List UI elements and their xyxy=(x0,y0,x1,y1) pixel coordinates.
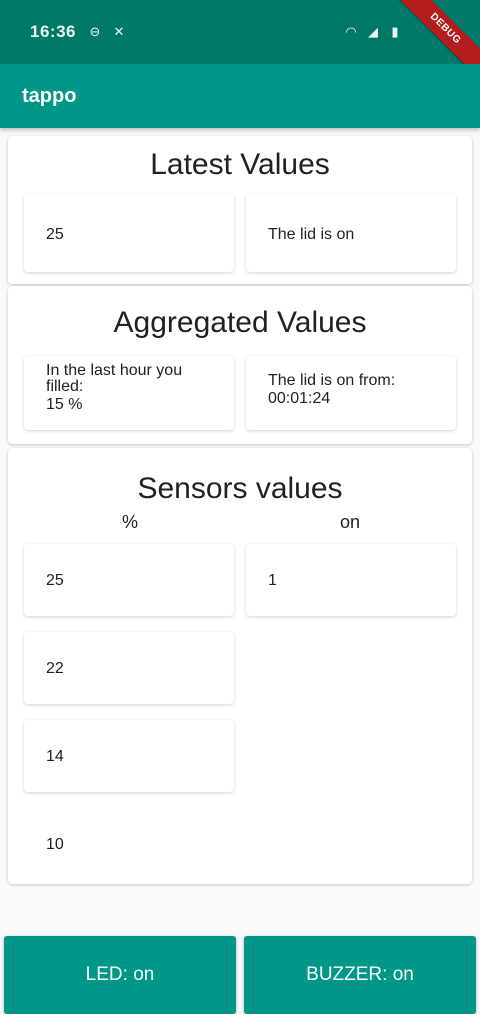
sensor-on-value: 1 xyxy=(268,572,277,589)
latest-values-title: Latest Values xyxy=(150,148,330,181)
aggregated-lid-duration: 00:01:24 xyxy=(268,390,331,407)
aggregated-lid-card: The lid is on from: 00:01:24 xyxy=(246,356,456,430)
sensors-col-on-label: on xyxy=(339,512,361,532)
sensors-col-percent-label: % xyxy=(121,512,138,532)
wrench-icon: ✕ xyxy=(113,24,125,39)
latest-fill-value: 25 xyxy=(46,226,64,243)
aggregated-filled-text-2: filled: xyxy=(46,378,84,395)
latest-values-section: Latest Values 25 The lid is on xyxy=(8,136,472,284)
battery-icon: ▮ xyxy=(391,24,399,39)
app-bar: tappo xyxy=(0,64,480,128)
status-bar: 16:36 ⊖ ✕ ◠ ◢ ▮ xyxy=(0,0,480,64)
sensor-percent-row: 22 xyxy=(24,632,234,704)
wifi-icon: ◠ xyxy=(345,24,357,39)
sensor-percent-value: 22 xyxy=(46,660,64,677)
sensor-percent-value: 14 xyxy=(46,748,64,765)
aggregated-filled-card: In the last hour you filled: 15 % xyxy=(24,356,234,430)
do-not-disturb-icon: ⊖ xyxy=(89,24,101,39)
latest-fill-card: 25 xyxy=(24,194,234,272)
sensor-percent-row: 14 xyxy=(24,720,234,792)
sensor-percent-row: 10 xyxy=(24,808,234,880)
status-icons-left: ⊖ ✕ xyxy=(88,25,126,39)
aggregated-filled-value: 15 % xyxy=(46,396,83,413)
aggregated-lid-text: The lid is on from: xyxy=(268,372,396,389)
latest-lid-card: The lid is on xyxy=(246,194,456,272)
buzzer-toggle-button[interactable]: BUZZER: on xyxy=(244,936,476,1014)
aggregated-values-title: Aggregated Values xyxy=(113,306,367,339)
aggregated-values-section: Aggregated Values In the last hour you f… xyxy=(8,286,472,444)
content-area[interactable]: Latest Values 25 The lid is on Aggregate… xyxy=(0,128,480,928)
status-icons-right: ◠ ◢ ▮ xyxy=(344,25,402,39)
sensor-percent-value: 25 xyxy=(46,572,64,589)
sensors-values-section: Sensors values % on 25 22 14 10 1 xyxy=(8,448,472,884)
app-title: tappo xyxy=(22,84,77,107)
signal-icon: ◢ xyxy=(368,24,378,39)
led-toggle-button[interactable]: LED: on xyxy=(4,936,236,1014)
sensor-on-row: 1 xyxy=(246,544,456,616)
sensors-values-title: Sensors values xyxy=(137,472,343,505)
sensor-percent-row: 25 xyxy=(24,544,234,616)
aggregated-filled-text-1: In the last hour you xyxy=(46,362,183,379)
status-time: 16:36 xyxy=(30,22,76,41)
sensor-percent-value: 10 xyxy=(46,836,64,853)
latest-lid-status: The lid is on xyxy=(268,226,355,243)
app-screen: 16:36 ⊖ ✕ ◠ ◢ ▮ DEBUG tappo Latest Value… xyxy=(0,0,480,1014)
